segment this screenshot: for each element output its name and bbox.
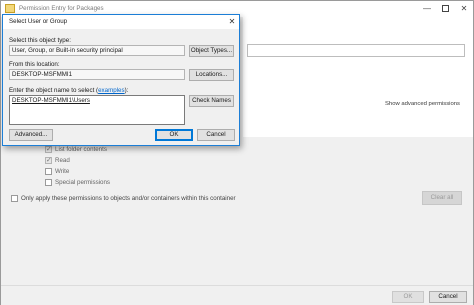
close-button[interactable]: ✕ [456, 1, 472, 17]
maximize-icon [441, 5, 449, 13]
only-apply-label: Only apply these permissions to objects … [21, 195, 236, 202]
minimize-button[interactable]: — [419, 1, 435, 17]
enter-object-name-label: Enter the object name to select (example… [9, 87, 128, 94]
parent-ok-button[interactable]: OK [392, 291, 424, 303]
object-type-field: User, Group, or Built-in security princi… [9, 45, 185, 56]
permission-label: Write [55, 168, 70, 175]
object-type-label: Select this object type: [9, 37, 71, 44]
only-apply-checkbox[interactable] [11, 195, 18, 202]
permission-label: Special permissions [55, 179, 111, 186]
dialog-title: Select User or Group [9, 18, 68, 25]
dialog-close-button[interactable]: ✕ [225, 15, 239, 29]
advanced-button[interactable]: Advanced... [9, 129, 53, 141]
location-label: From this location: [9, 61, 60, 68]
object-name-input[interactable]: DESKTOP-MSFMMI1\Users [9, 95, 185, 125]
locations-button[interactable]: Locations... [189, 69, 234, 81]
object-types-button[interactable]: Object Types... [189, 45, 234, 57]
dialog-title-bar: Select User or Group ✕ [3, 15, 239, 29]
select-user-or-group-dialog: Select User or Group ✕ Select this objec… [2, 14, 240, 146]
examples-link[interactable]: examples [98, 87, 124, 94]
location-field: DESKTOP-MSFMMI1 [9, 69, 185, 80]
check-names-button[interactable]: Check Names [189, 95, 234, 107]
parent-window-title: Permission Entry for Packages [19, 5, 104, 12]
principal-panel [243, 17, 473, 137]
enter-label-suffix: ): [124, 87, 129, 94]
dialog-cancel-button[interactable]: Cancel [197, 129, 235, 141]
dialog-ok-button[interactable]: OK [155, 129, 193, 141]
parent-cancel-button[interactable]: Cancel [429, 291, 467, 303]
permission-label: Read [55, 157, 70, 164]
enter-label-prefix: Enter the object name to select ( [9, 87, 99, 94]
parent-button-bar: OK Cancel [1, 285, 473, 305]
folder-icon [5, 4, 15, 13]
object-name-value: DESKTOP-MSFMMI1\Users [12, 97, 90, 104]
checkbox-unchecked[interactable] [45, 168, 52, 175]
clear-all-button[interactable]: Clear all [422, 191, 462, 205]
permission-label: List folder contents [55, 146, 107, 153]
checkbox-unchecked[interactable] [45, 179, 52, 186]
show-advanced-permissions-link[interactable]: Show advanced permissions [385, 101, 460, 107]
checkbox-checked[interactable] [45, 156, 52, 164]
checkbox-checked[interactable] [45, 145, 52, 153]
principal-field[interactable] [247, 44, 465, 57]
maximize-button[interactable] [437, 1, 453, 17]
